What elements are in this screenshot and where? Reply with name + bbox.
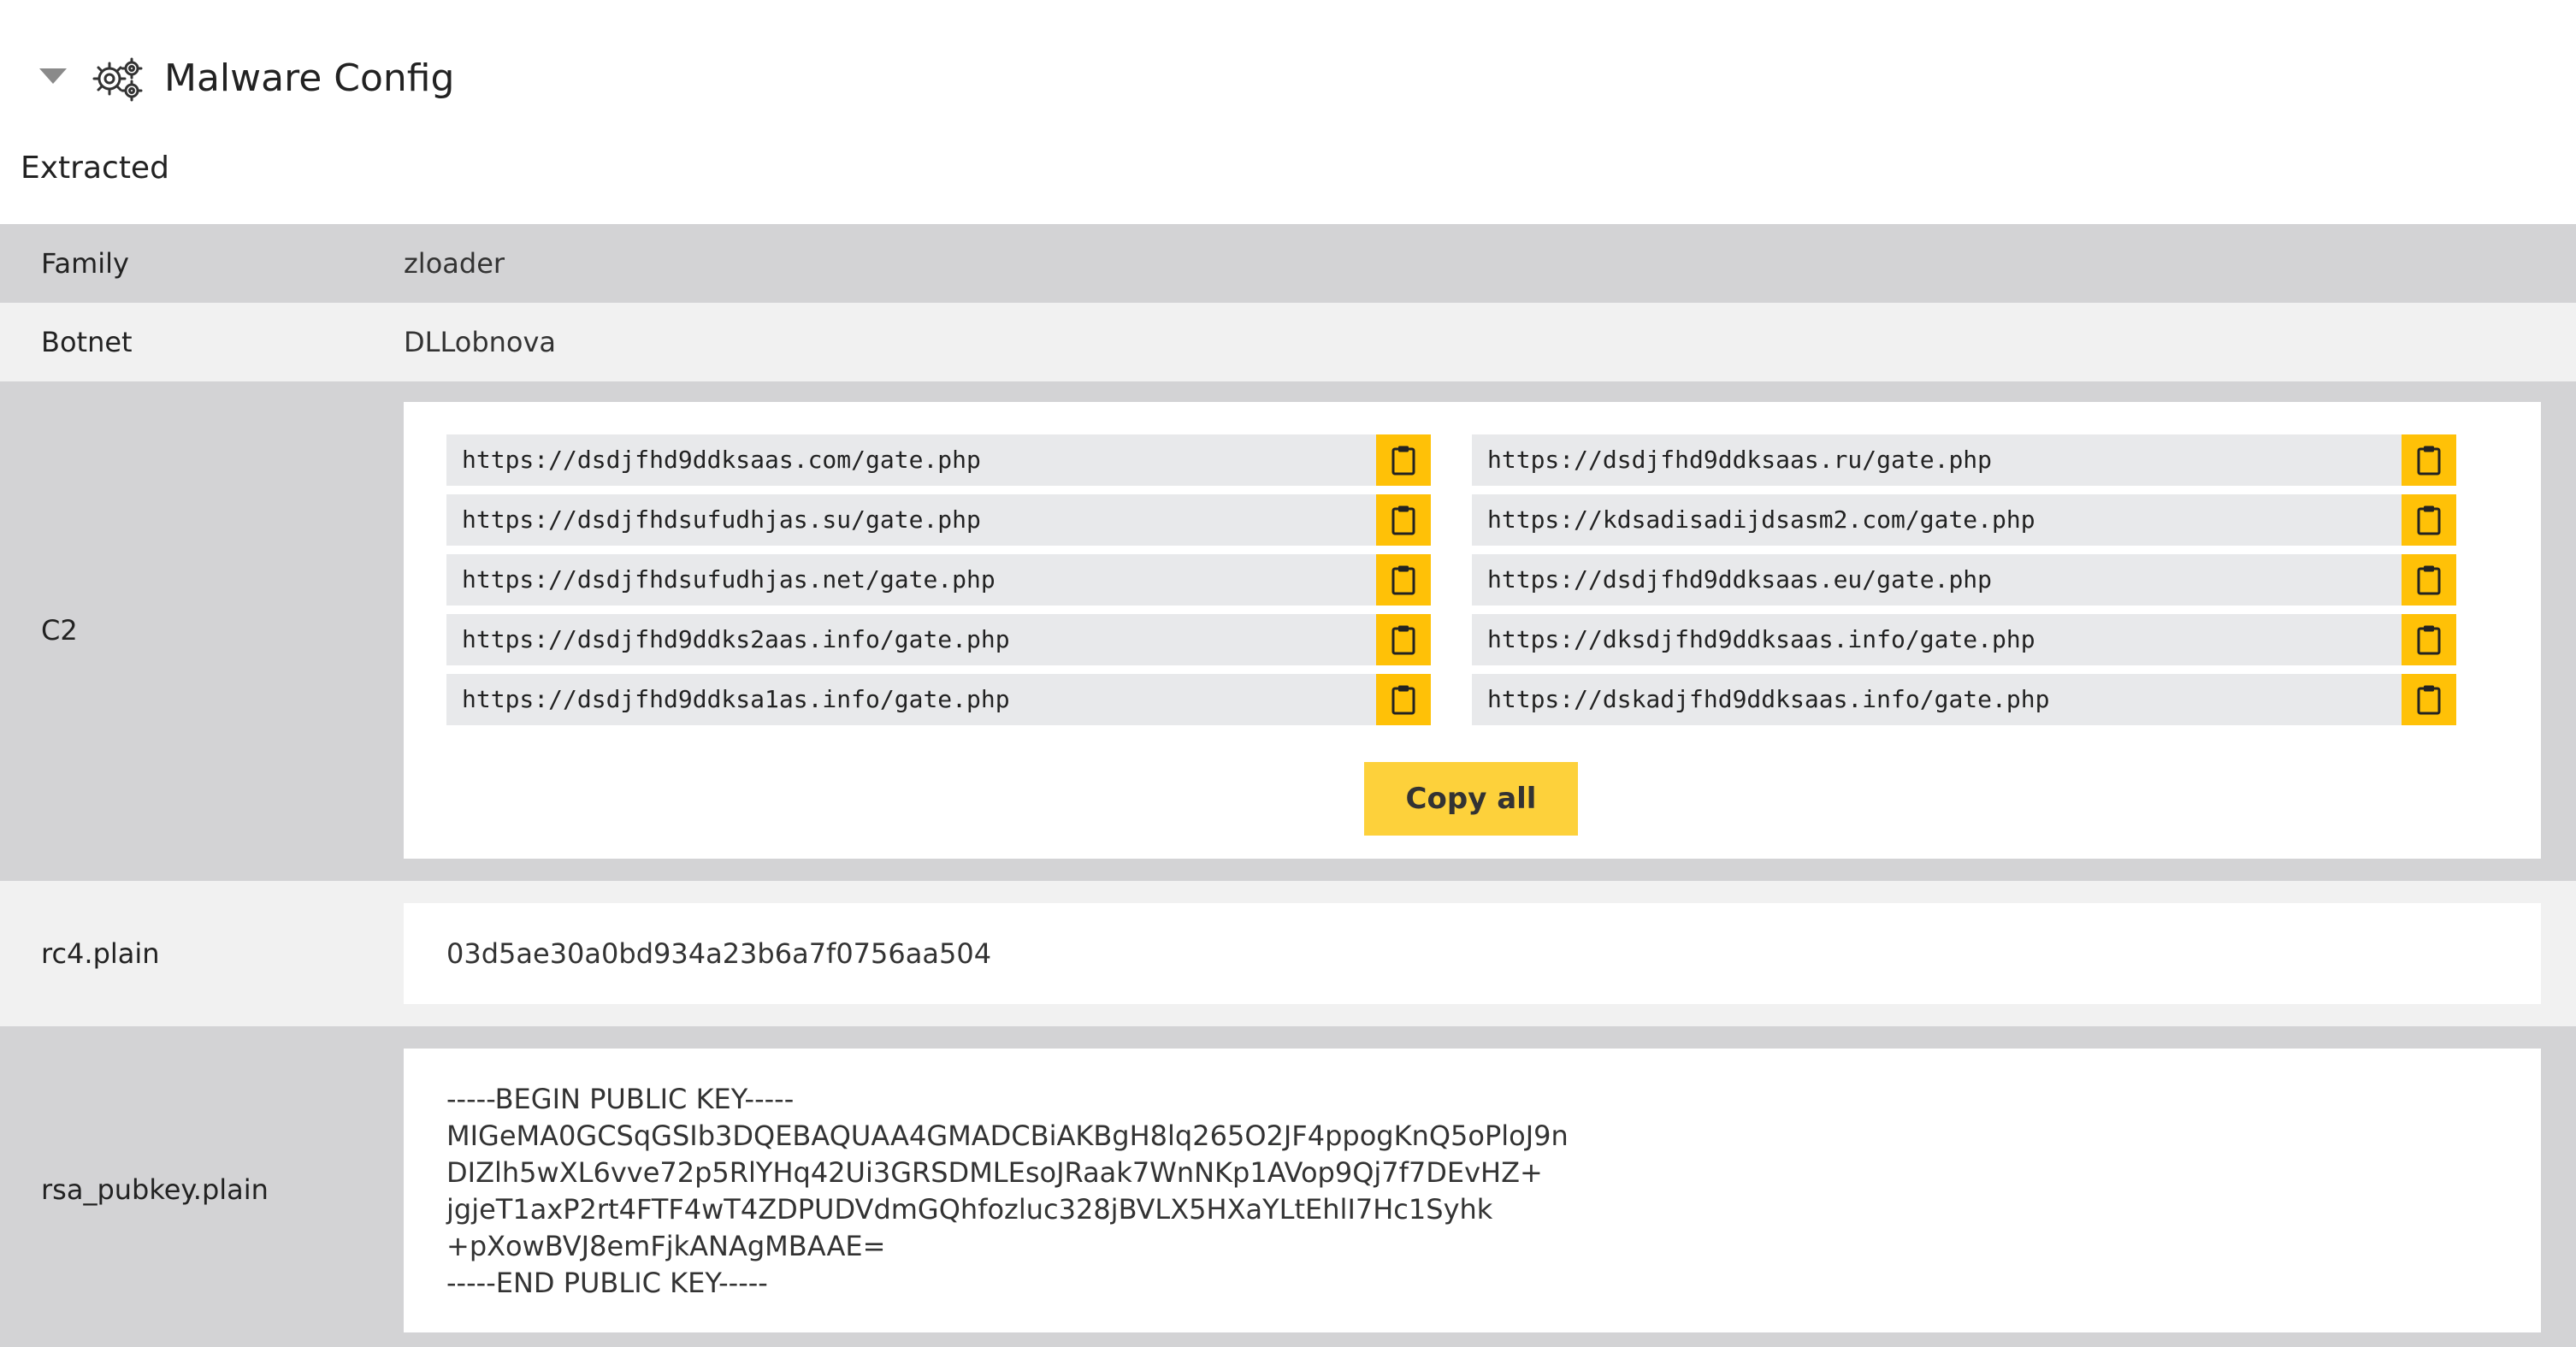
- c2-url-item: https://dsdjfhd9ddksa1as.info/gate.php: [446, 674, 1431, 725]
- row-family: Family zloader: [0, 224, 2576, 303]
- clipboard-icon: [1391, 685, 1415, 715]
- config-table: Family zloader Botnet DLLobnova C2 https…: [0, 224, 2576, 1347]
- copy-url-button[interactable]: [2402, 614, 2456, 665]
- clipboard-icon: [1391, 625, 1415, 655]
- c2-url[interactable]: https://dsdjfhd9ddksaas.eu/gate.php: [1487, 554, 1992, 606]
- c2-url-item: https://dsdjfhdsufudhjas.net/gate.php: [446, 554, 1431, 606]
- c2-url-item: https://dsdjfhd9ddksaas.com/gate.php: [446, 434, 1431, 486]
- section-header: Malware Config Extracted: [0, 0, 2576, 186]
- botnet-key: Botnet: [41, 326, 133, 358]
- rc4-value: 03d5ae30a0bd934a23b6a7f0756aa504: [446, 937, 992, 970]
- copy-all-button[interactable]: Copy all: [1364, 762, 1578, 836]
- subsection-title: Extracted: [21, 151, 169, 186]
- copy-url-button[interactable]: [2402, 674, 2456, 725]
- copy-url-button[interactable]: [1376, 674, 1431, 725]
- c2-url-item: https://kdsadisadijdsasm2.com/gate.php: [1472, 494, 2456, 546]
- c2-url[interactable]: https://dsdjfhd9ddksaas.ru/gate.php: [1487, 434, 1992, 486]
- gears-icon: [92, 57, 143, 102]
- c2-url[interactable]: https://dsdjfhd9ddksa1as.info/gate.php: [462, 674, 1010, 725]
- c2-url-item: https://dskadjfhd9ddksaas.info/gate.php: [1472, 674, 2456, 725]
- rsa-key: rsa_pubkey.plain: [41, 1173, 269, 1206]
- row-c2: C2 https://dsdjfhd9ddksaas.com/gate.php h…: [0, 381, 2576, 881]
- copy-url-button[interactable]: [1376, 554, 1431, 606]
- c2-key: C2: [41, 614, 78, 647]
- row-rsa: rsa_pubkey.plain -----BEGIN PUBLIC KEY--…: [0, 1026, 2576, 1347]
- clipboard-icon: [1391, 446, 1415, 476]
- clipboard-icon: [2417, 505, 2441, 535]
- c2-panel: https://dsdjfhd9ddksaas.com/gate.php http…: [404, 402, 2541, 859]
- c2-url[interactable]: https://dsdjfhdsufudhjas.su/gate.php: [462, 494, 981, 546]
- rc4-panel: 03d5ae30a0bd934a23b6a7f0756aa504: [404, 903, 2541, 1004]
- c2-url[interactable]: https://dskadjfhd9ddksaas.info/gate.php: [1487, 674, 2049, 725]
- c2-url-item: https://dsdjfhdsufudhjas.su/gate.php: [446, 494, 1431, 546]
- clipboard-icon: [2417, 565, 2441, 595]
- row-botnet: Botnet DLLobnova: [0, 303, 2576, 381]
- clipboard-icon: [2417, 625, 2441, 655]
- c2-url-item: https://dsdjfhd9ddksaas.ru/gate.php: [1472, 434, 2456, 486]
- rc4-key: rc4.plain: [41, 937, 160, 970]
- copy-url-button[interactable]: [1376, 434, 1431, 486]
- clipboard-icon: [1391, 505, 1415, 535]
- c2-url-item: https://dksdjfhd9ddksaas.info/gate.php: [1472, 614, 2456, 665]
- row-rc4: rc4.plain 03d5ae30a0bd934a23b6a7f0756aa5…: [0, 881, 2576, 1026]
- c2-url[interactable]: https://dsdjfhdsufudhjas.net/gate.php: [462, 554, 996, 606]
- rsa-value: -----BEGIN PUBLIC KEY----- MIGeMA0GCSqGS…: [446, 1083, 1569, 1299]
- section-title: Malware Config: [164, 56, 455, 100]
- c2-url[interactable]: https://kdsadisadijdsasm2.com/gate.php: [1487, 494, 2035, 546]
- copy-url-button[interactable]: [1376, 494, 1431, 546]
- clipboard-icon: [1391, 565, 1415, 595]
- family-key: Family: [41, 247, 129, 280]
- c2-url-item: https://dsdjfhd9ddks2aas.info/gate.php: [446, 614, 1431, 665]
- c2-url-item: https://dsdjfhd9ddksaas.eu/gate.php: [1472, 554, 2456, 606]
- c2-url[interactable]: https://dsdjfhd9ddksaas.com/gate.php: [462, 434, 981, 486]
- caret-down-icon[interactable]: [39, 68, 67, 84]
- copy-url-button[interactable]: [2402, 434, 2456, 486]
- copy-url-button[interactable]: [1376, 614, 1431, 665]
- clipboard-icon: [2417, 446, 2441, 476]
- c2-url[interactable]: https://dsdjfhd9ddks2aas.info/gate.php: [462, 614, 1010, 665]
- botnet-value: DLLobnova: [404, 326, 557, 358]
- rsa-panel: -----BEGIN PUBLIC KEY----- MIGeMA0GCSqGS…: [404, 1049, 2541, 1332]
- c2-url[interactable]: https://dksdjfhd9ddksaas.info/gate.php: [1487, 614, 2035, 665]
- clipboard-icon: [2417, 685, 2441, 715]
- copy-url-button[interactable]: [2402, 554, 2456, 606]
- family-value: zloader: [404, 247, 505, 280]
- copy-url-button[interactable]: [2402, 494, 2456, 546]
